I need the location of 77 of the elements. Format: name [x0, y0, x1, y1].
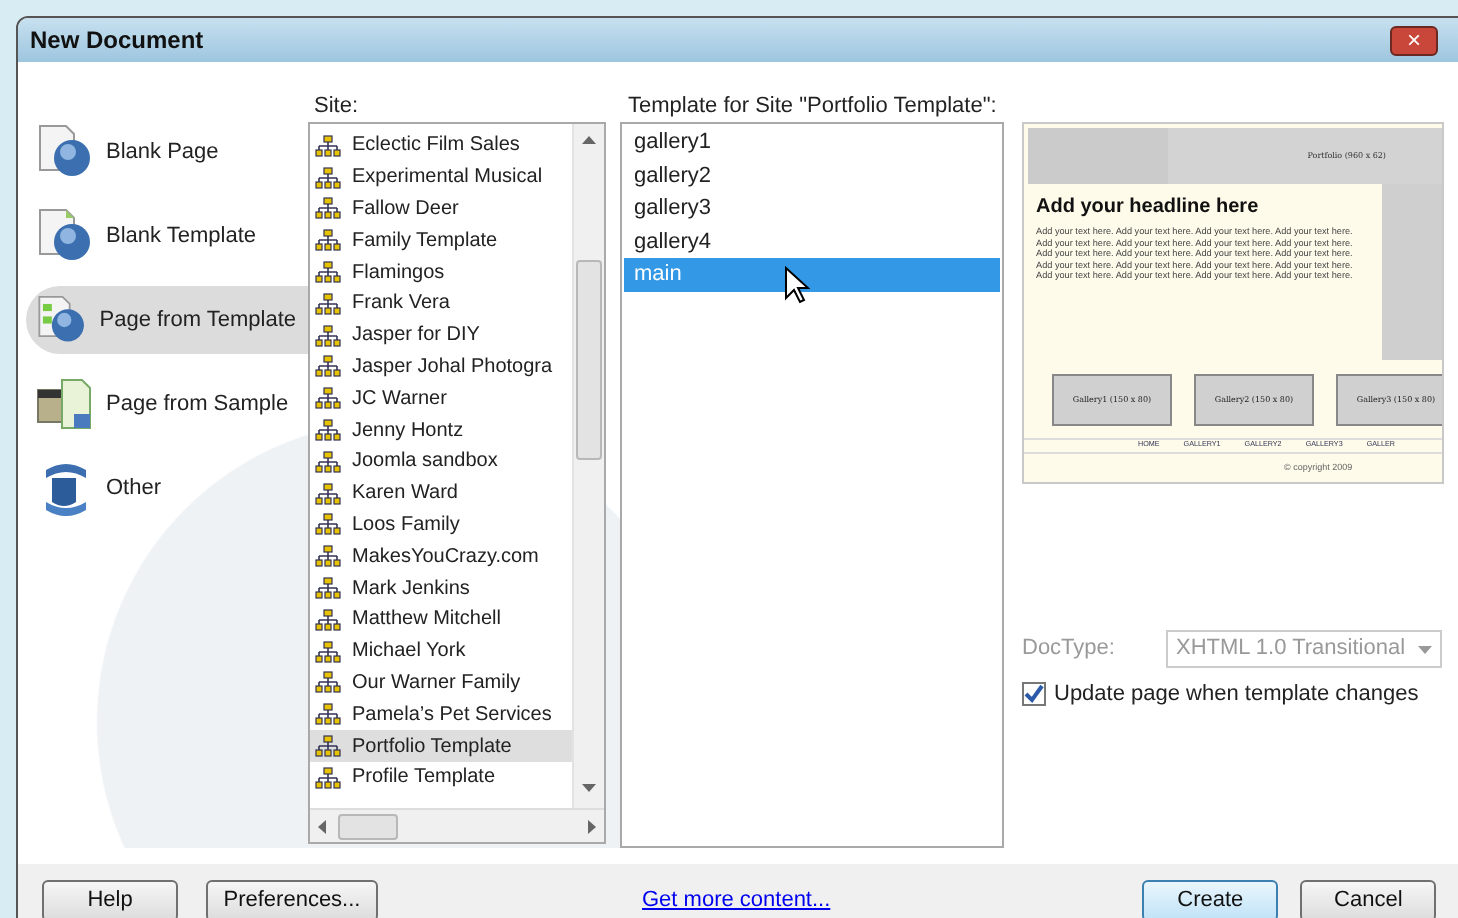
site-item[interactable]: Frank Vera: [310, 287, 572, 320]
scrollbar-thumb[interactable]: [576, 260, 602, 460]
site-item[interactable]: MakesYouCrazy.com: [310, 540, 572, 573]
site-item[interactable]: Matthew Mitchell: [310, 603, 572, 636]
category-item[interactable]: Page from Sample: [26, 370, 308, 438]
category-item[interactable]: Blank Page: [26, 118, 308, 186]
site-map-icon: [314, 670, 342, 695]
scrollbar-thumb[interactable]: [338, 813, 398, 839]
template-item[interactable]: gallery2: [624, 159, 1000, 192]
site-item[interactable]: Loos Family: [310, 509, 572, 541]
site-map-icon: [314, 576, 342, 601]
site-map-icon: [314, 228, 342, 253]
site-item[interactable]: Our Warner Family: [310, 667, 572, 699]
site-item[interactable]: Karen Ward: [310, 477, 572, 510]
site-map-icon: [314, 165, 342, 190]
template-item[interactable]: gallery1: [624, 126, 1000, 159]
document-globe-icon: [34, 122, 94, 182]
site-item[interactable]: Family Template: [310, 224, 572, 257]
site-map-icon: [314, 291, 342, 316]
site-item[interactable]: Michael York: [310, 635, 572, 668]
mouse-cursor-icon: [784, 266, 810, 304]
scroll-down-icon[interactable]: [582, 784, 596, 792]
site-item[interactable]: Joomla sandbox: [310, 445, 572, 478]
preferences-button[interactable]: Preferences...: [206, 879, 378, 918]
site-item[interactable]: Portfolio Template: [310, 730, 572, 762]
close-button[interactable]: ×: [1390, 25, 1438, 55]
site-map-icon: [314, 734, 342, 759]
site-map-icon: [314, 702, 342, 727]
vertical-scrollbar[interactable]: [572, 124, 604, 808]
site-map-icon: [314, 418, 342, 443]
site-item[interactable]: Pamela’s Pet Services: [310, 698, 572, 731]
doctype-label: DocType:: [1022, 634, 1117, 665]
window-title: New Document: [30, 24, 204, 58]
sample-page-icon: [34, 374, 94, 434]
site-item[interactable]: Fallow Deer: [310, 193, 572, 225]
scroll-left-icon[interactable]: [318, 819, 326, 833]
site-map-icon: [314, 449, 342, 474]
category-item[interactable]: Page from Template: [26, 286, 308, 354]
create-button[interactable]: Create: [1142, 879, 1279, 918]
site-map-icon: [314, 765, 342, 790]
site-map-icon: [314, 639, 342, 664]
checkbox-label: Update page when template changes: [1054, 680, 1419, 710]
template-globe-icon: [34, 206, 94, 266]
category-item[interactable]: Blank Template: [26, 202, 308, 270]
dropdown-arrow-icon: [1418, 645, 1432, 653]
site-item[interactable]: Jenny Hontz: [310, 414, 572, 446]
site-map-icon: [314, 196, 342, 221]
help-button[interactable]: Help: [42, 879, 178, 918]
site-map-icon: [314, 260, 342, 285]
site-label: Site:: [312, 92, 361, 122]
site-item[interactable]: Profile Template: [310, 761, 572, 794]
site-item[interactable]: Jasper for DIY: [310, 319, 572, 352]
update-checkbox[interactable]: [1022, 682, 1046, 706]
get-more-content-link[interactable]: Get more content...: [642, 883, 831, 917]
site-map-icon: [314, 386, 342, 411]
site-map-icon: [314, 544, 342, 569]
template-label: Template for Site "Portfolio Template":: [626, 92, 999, 122]
site-item[interactable]: Mark Jenkins: [310, 572, 572, 604]
site-item[interactable]: JC Warner: [310, 382, 572, 415]
site-item[interactable]: Flamingos: [310, 256, 572, 288]
site-map-icon: [314, 133, 342, 158]
preview-headline: Add your headline here: [1036, 194, 1261, 222]
site-item[interactable]: Jasper Johal Photogra: [310, 351, 572, 383]
horizontal-scrollbar[interactable]: [310, 808, 604, 842]
site-item[interactable]: Experimental Musical: [310, 161, 572, 194]
scroll-up-icon[interactable]: [582, 136, 596, 144]
template-item[interactable]: gallery4: [624, 225, 1000, 258]
site-map-icon: [314, 354, 342, 379]
site-item[interactable]: Eclectic Film Sales: [310, 130, 572, 162]
template-item[interactable]: gallery3: [624, 192, 1000, 225]
cancel-button[interactable]: Cancel: [1300, 879, 1437, 918]
site-map-icon: [314, 481, 342, 506]
site-map-icon: [314, 607, 342, 632]
site-map-icon: [314, 512, 342, 537]
scroll-right-icon[interactable]: [588, 819, 596, 833]
site-map-icon: [314, 323, 342, 348]
category-item[interactable]: Other: [26, 454, 308, 522]
